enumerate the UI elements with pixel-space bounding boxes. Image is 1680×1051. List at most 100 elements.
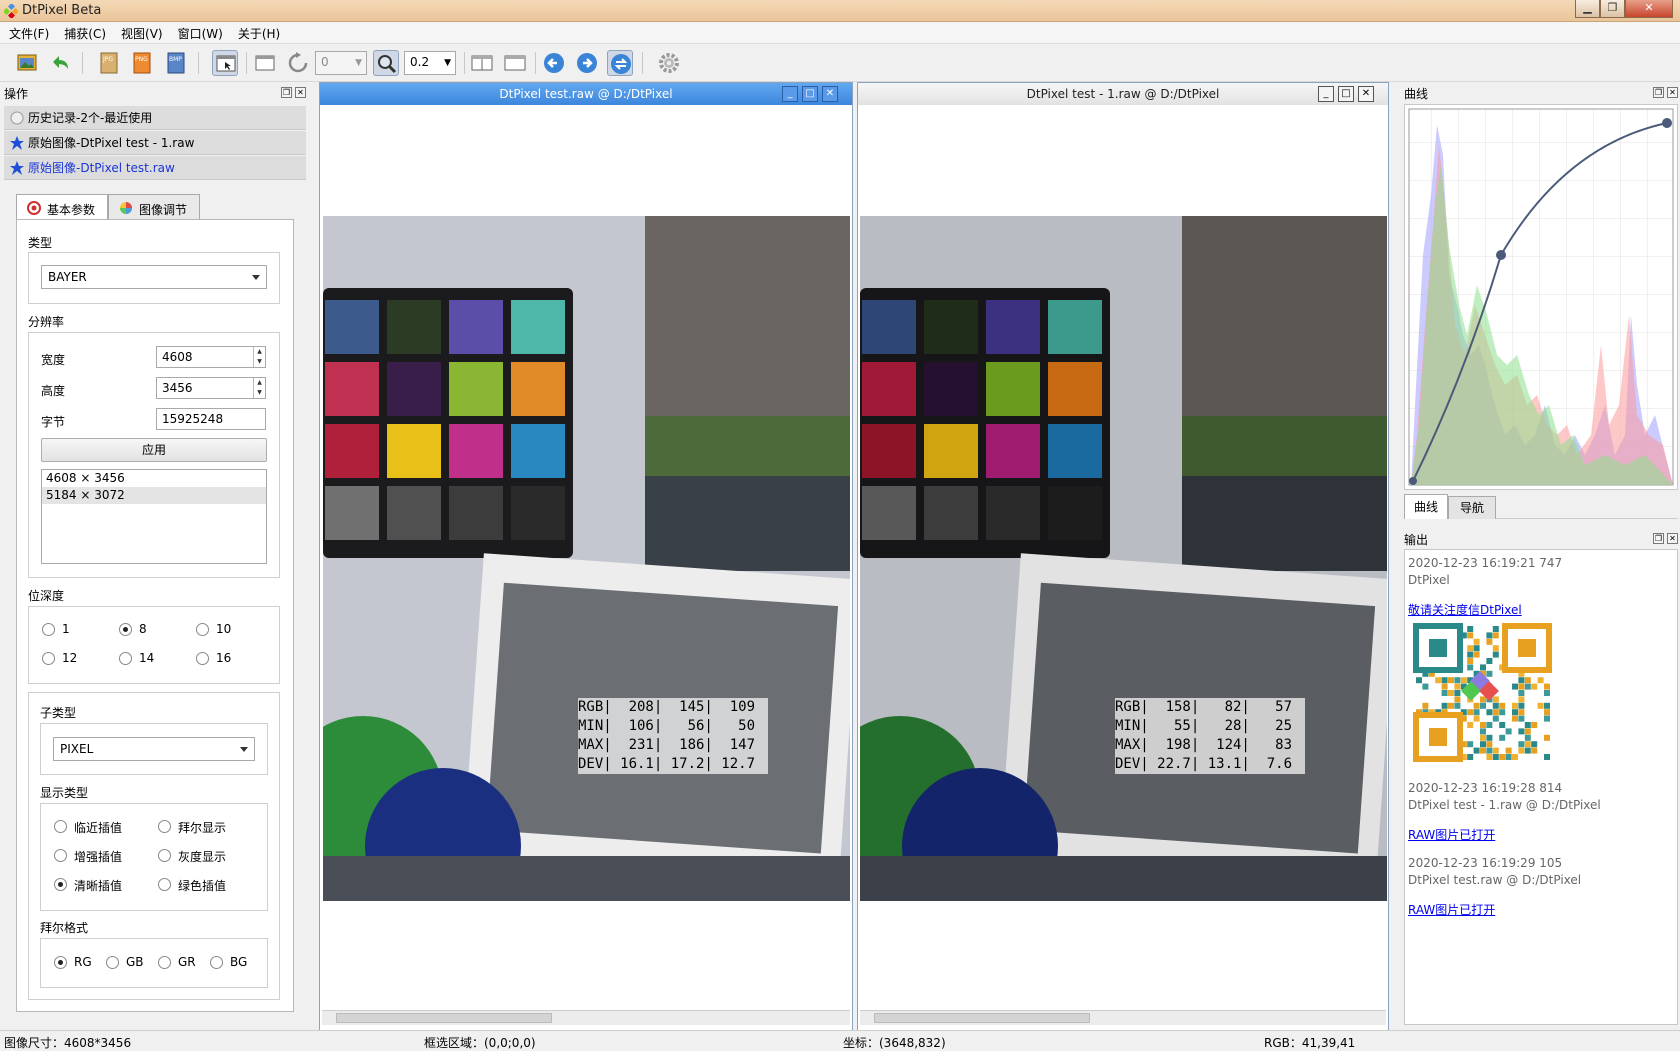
qr-module xyxy=(1499,702,1506,709)
tab-image-adjust[interactable]: 图像调节 xyxy=(108,194,200,220)
save-bmp-icon[interactable]: BMP xyxy=(163,50,189,76)
bitdepth-radio-10[interactable] xyxy=(196,623,209,636)
qr-module xyxy=(1531,741,1538,748)
window-maximize-icon[interactable]: □ xyxy=(802,86,818,102)
image-canvas[interactable]: RGB| 208| 145| 109 MIN| 106| 56| 50 MAX|… xyxy=(323,216,850,901)
log-link[interactable]: 敬请关注度信DtPixel xyxy=(1408,601,1522,618)
qr-module xyxy=(1480,747,1486,754)
rotate-icon[interactable] xyxy=(285,50,311,76)
log-link[interactable]: RAW图片已打开 xyxy=(1408,901,1495,918)
window-minimize-icon[interactable]: _ xyxy=(1318,86,1334,102)
zoom-icon[interactable] xyxy=(373,50,399,76)
tab-curve[interactable]: 曲线 xyxy=(1404,494,1448,519)
bitdepth-radio-14[interactable] xyxy=(119,652,132,665)
history-item[interactable]: 原始图像-DtPixel test - 1.raw xyxy=(4,131,306,155)
apply-button[interactable]: 应用 xyxy=(41,438,267,462)
open-image-icon[interactable] xyxy=(14,50,40,76)
height-value: 3456 xyxy=(162,381,193,395)
tab-navigation[interactable]: 导航 xyxy=(1448,496,1496,519)
save-jpg-icon[interactable]: JPG xyxy=(96,50,122,76)
bytes-input[interactable]: 15925248 xyxy=(156,408,266,430)
qr-module xyxy=(1531,722,1538,728)
frame-spinbox[interactable]: 0 ▼ xyxy=(315,51,367,75)
display-option: 清晰插值 xyxy=(74,879,123,893)
qr-module xyxy=(1524,722,1531,728)
history-item[interactable]: 历史记录-2个-最近使用 xyxy=(4,106,306,130)
qr-module xyxy=(1512,702,1518,709)
display-radio-bayer[interactable] xyxy=(158,820,171,833)
subtype-label: 子类型 xyxy=(40,706,77,720)
type-select[interactable]: BAYER xyxy=(41,265,267,289)
scrollbar-thumb[interactable] xyxy=(874,1013,1090,1023)
split-view-icon[interactable] xyxy=(469,50,495,76)
history-item-active[interactable]: 原始图像-DtPixel test.raw xyxy=(4,156,306,180)
close-panel-icon[interactable]: ✕ xyxy=(1667,87,1678,98)
qr-module xyxy=(1512,715,1518,722)
bitdepth-radio-1[interactable] xyxy=(42,623,55,636)
qr-module xyxy=(1473,702,1480,709)
toolbar: JPG PNG BMP 0 ▼ 0.2 ▼ xyxy=(0,44,1680,82)
image-canvas[interactable]: RGB| 158| 82| 57 MIN| 55| 28| 25 MAX| 19… xyxy=(860,216,1387,901)
bitdepth-radio-8[interactable] xyxy=(119,623,132,636)
display-radio-enhanced[interactable] xyxy=(54,849,67,862)
bitdepth-radio-16[interactable] xyxy=(196,652,209,665)
sync-icon[interactable] xyxy=(607,50,633,76)
window-minimize-icon[interactable]: _ xyxy=(782,86,798,102)
previous-icon[interactable] xyxy=(541,50,567,76)
settings-gear-icon[interactable] xyxy=(656,50,682,76)
width-spinbox[interactable]: 4608 ▲ ▼ xyxy=(156,346,266,368)
minimize-button[interactable]: ▁ xyxy=(1575,0,1600,18)
qr-module xyxy=(1505,754,1512,760)
tab-basic-params[interactable]: 基本参数 xyxy=(16,194,108,221)
zoom-spinbox[interactable]: 0.2 ▼ xyxy=(404,51,456,75)
log-link[interactable]: RAW图片已打开 xyxy=(1408,826,1495,843)
close-button[interactable]: ✕ xyxy=(1625,0,1673,18)
bitdepth-option: 14 xyxy=(139,651,155,665)
bitdepth-group xyxy=(28,606,280,684)
qr-module xyxy=(1454,690,1461,696)
display-radio-green[interactable] xyxy=(158,878,171,891)
height-spinbox[interactable]: 3456 ▲ ▼ xyxy=(156,377,266,399)
horizontal-scrollbar[interactable] xyxy=(322,1010,850,1025)
menu-about[interactable]: 关于(H) xyxy=(229,22,286,42)
window-maximize-icon[interactable]: □ xyxy=(1338,86,1354,102)
window-close-icon[interactable]: ✕ xyxy=(1358,86,1374,102)
bayer-radio-gr[interactable] xyxy=(158,956,171,969)
qr-module xyxy=(1505,747,1512,754)
menu-view[interactable]: 视图(V) xyxy=(112,22,169,42)
close-panel-icon[interactable]: ✕ xyxy=(295,87,306,98)
maximize-button[interactable]: ❐ xyxy=(1600,0,1625,18)
display-radio-sharp[interactable] xyxy=(54,878,67,891)
scrollbar-thumb[interactable] xyxy=(336,1013,552,1023)
float-panel-icon[interactable]: ❐ xyxy=(1653,87,1664,98)
menu-window[interactable]: 窗口(W) xyxy=(169,22,229,42)
next-icon[interactable] xyxy=(574,50,600,76)
undo-icon[interactable] xyxy=(47,50,73,76)
qr-module xyxy=(1473,709,1480,716)
height-label: 高度 xyxy=(41,384,66,398)
bitdepth-radio-12[interactable] xyxy=(42,652,55,665)
resolution-list-item[interactable]: 5184 × 3072 xyxy=(42,487,266,504)
bayer-radio-rg[interactable] xyxy=(54,956,67,969)
horizontal-scrollbar[interactable] xyxy=(860,1010,1386,1025)
display-radio-gray[interactable] xyxy=(158,849,171,862)
menu-capture[interactable]: 捕获(C) xyxy=(55,22,112,42)
bayer-radio-bg[interactable] xyxy=(210,956,223,969)
qr-module xyxy=(1448,690,1454,696)
display-radio-nearest[interactable] xyxy=(54,820,67,833)
save-png-icon[interactable]: PNG xyxy=(129,50,155,76)
fullscreen-icon[interactable] xyxy=(252,50,278,76)
single-view-icon[interactable] xyxy=(502,50,528,76)
resolution-list-item[interactable]: 4608 × 3456 xyxy=(42,470,266,487)
subtype-select[interactable]: PIXEL xyxy=(53,737,255,761)
color-patch xyxy=(1048,300,1102,354)
qr-module xyxy=(1486,747,1493,754)
float-panel-icon[interactable]: ❐ xyxy=(281,87,292,98)
window-close-icon[interactable]: ✕ xyxy=(822,86,838,102)
curve-editor[interactable] xyxy=(1404,104,1678,490)
menu-file[interactable]: 文件(F) xyxy=(0,22,55,42)
bayer-radio-gb[interactable] xyxy=(106,956,119,969)
close-panel-icon[interactable]: ✕ xyxy=(1667,533,1678,544)
float-panel-icon[interactable]: ❐ xyxy=(1653,533,1664,544)
capture-window-icon[interactable] xyxy=(212,50,238,76)
